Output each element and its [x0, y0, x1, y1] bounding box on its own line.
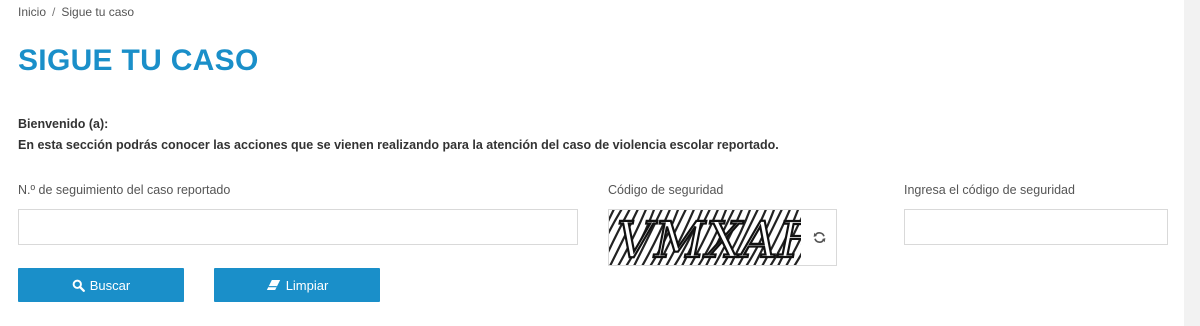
page-title: SIGUE TU CASO [18, 44, 259, 77]
search-icon [72, 279, 85, 292]
security-code-label: Ingresa el código de seguridad [904, 183, 1075, 197]
security-code-input[interactable] [904, 209, 1168, 245]
breadcrumb-current: Sigue tu caso [61, 5, 135, 19]
clear-button[interactable]: Limpiar [214, 268, 380, 302]
refresh-captcha-button[interactable] [809, 227, 829, 247]
tracking-number-input[interactable] [18, 209, 578, 245]
search-button-label: Buscar [89, 277, 131, 293]
page-scrollbar[interactable] [1184, 0, 1200, 326]
refresh-icon [813, 231, 825, 243]
welcome-text: En esta sección podrás conocer las accio… [18, 138, 779, 152]
breadcrumb-separator: / [52, 5, 56, 19]
captcha-image: VMXAF [609, 210, 801, 265]
main-card: Inicio / Sigue tu caso SIGUE TU CASO Bienv… [0, 0, 1184, 326]
clear-button-label: Limpiar [285, 277, 329, 293]
breadcrumb: Inicio / Sigue tu caso [18, 5, 134, 19]
search-button[interactable]: Buscar [18, 268, 184, 302]
captcha-code-text: VMXAF [617, 211, 801, 265]
welcome-heading: Bienvenido (a): [18, 117, 109, 131]
captcha-label: Código de seguridad [608, 183, 724, 197]
welcome-section: Bienvenido (a): En esta sección podrás c… [18, 114, 779, 156]
eraser-icon [266, 280, 280, 290]
tracking-number-label: N.º de seguimiento del caso reportado [18, 183, 231, 197]
captcha-box: VMXAF [608, 209, 837, 266]
breadcrumb-home-link[interactable]: Inicio [18, 5, 46, 19]
